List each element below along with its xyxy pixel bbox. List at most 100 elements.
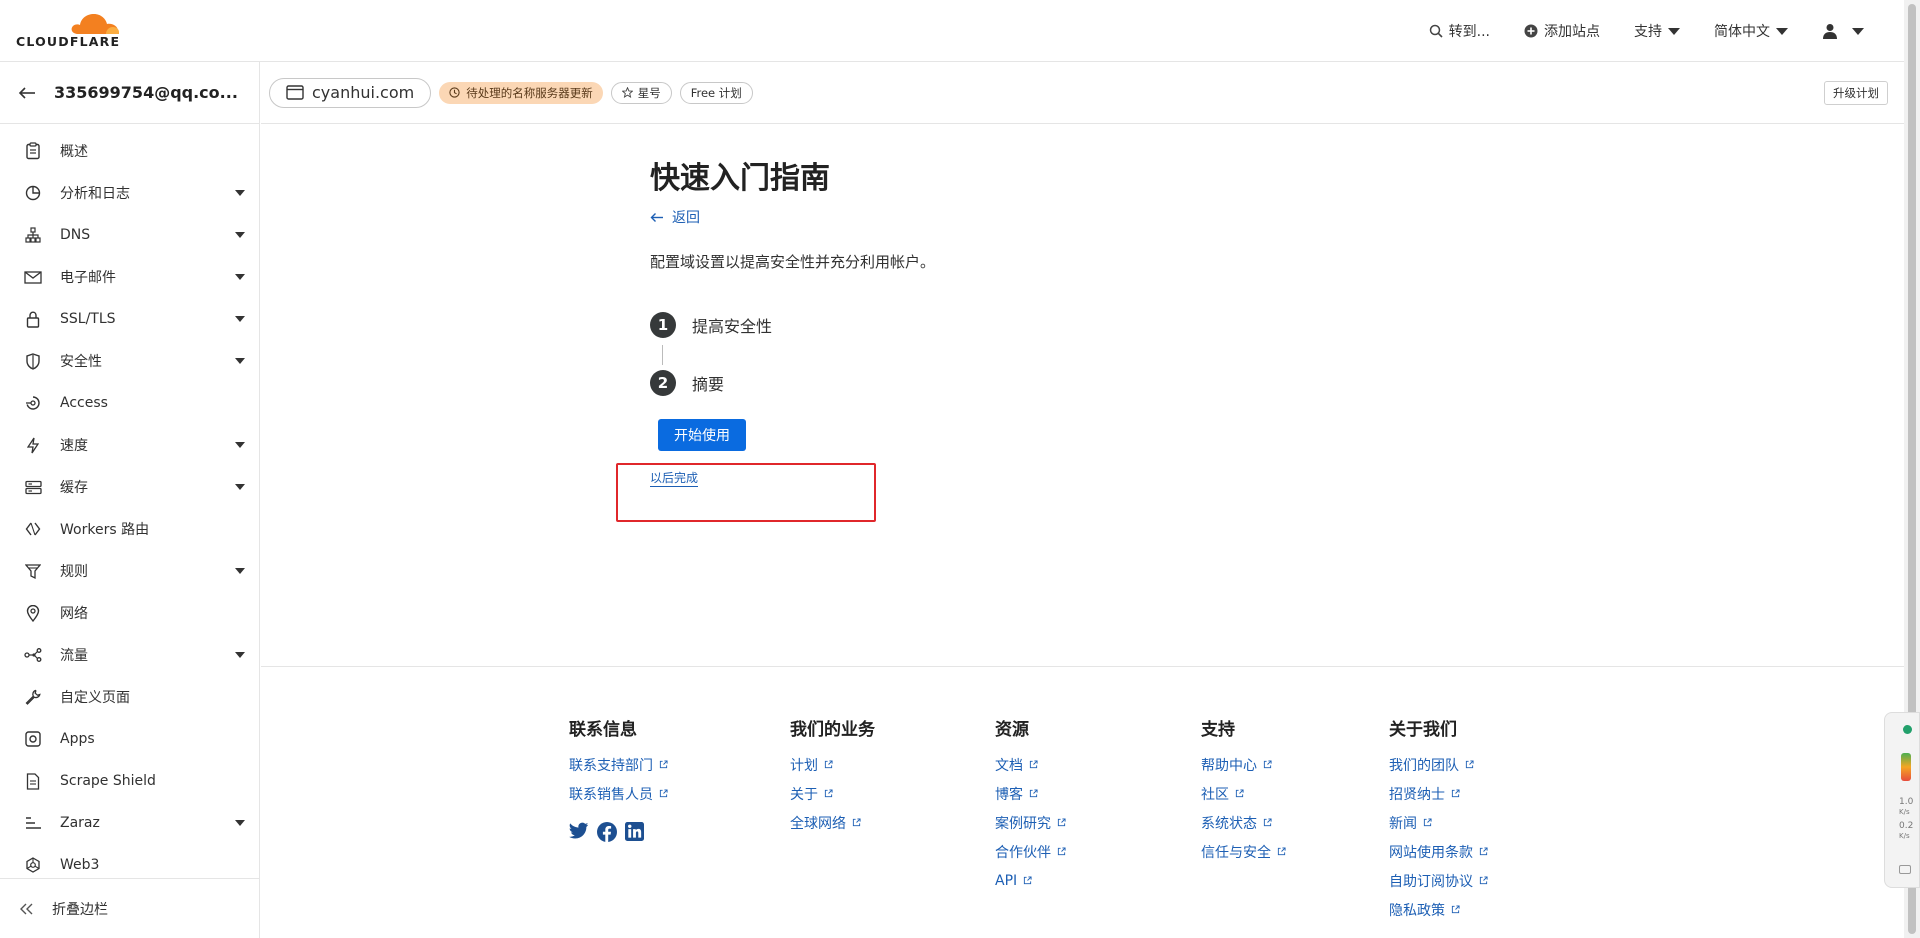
sidebar-item-label: 电子邮件: [60, 270, 116, 286]
footer-link[interactable]: 联系销售人员: [569, 779, 668, 808]
add-site-label: 添加站点: [1544, 24, 1600, 40]
sidebar-item-15[interactable]: Scrape Shield: [0, 760, 259, 802]
plus-circle-icon: [1524, 24, 1538, 38]
account-email[interactable]: 335699754@qq.co...: [54, 83, 238, 102]
web3-icon: [24, 856, 42, 874]
chevron-down-icon[interactable]: [235, 274, 245, 280]
footer-link-label: 博客: [995, 786, 1023, 803]
back-link[interactable]: 返回: [650, 207, 700, 227]
footer-link[interactable]: 计划: [790, 750, 875, 779]
back-arrow-icon[interactable]: [18, 86, 36, 100]
add-site-button[interactable]: 添加站点: [1524, 21, 1600, 41]
external-link-icon: [1479, 847, 1488, 856]
pending-nameserver-badge[interactable]: 待处理的名称服务器更新: [439, 81, 603, 104]
footer-link[interactable]: 帮助中心: [1201, 750, 1286, 779]
twitter-icon[interactable]: [569, 822, 589, 846]
chevron-down-icon[interactable]: [235, 568, 245, 574]
sidebar-item-6[interactable]: Access: [0, 382, 259, 424]
footer-link[interactable]: 系统状态: [1201, 808, 1286, 837]
footer-link[interactable]: 新闻: [1389, 808, 1488, 837]
apps-icon: [24, 730, 42, 748]
sidebar-item-1[interactable]: 分析和日志: [0, 172, 259, 214]
cloudflare-logo[interactable]: CLOUDFLARE: [16, 10, 126, 50]
guide-description: 配置域设置以提高安全性并充分利用帐户。: [650, 253, 936, 271]
sidebar-item-11[interactable]: 网络: [0, 592, 259, 634]
goto-label: 转到...: [1448, 24, 1490, 40]
footer-link[interactable]: 博客: [995, 779, 1066, 808]
chevron-down-icon[interactable]: [235, 190, 245, 196]
sidebar-item-14[interactable]: Apps: [0, 718, 259, 760]
step-number: 1: [650, 312, 676, 338]
footer-link-label: 联系支持部门: [569, 757, 653, 774]
star-label: 星号: [637, 85, 661, 100]
sidebar-item-4[interactable]: SSL/TLS: [0, 298, 259, 340]
chevron-down-icon[interactable]: [235, 820, 245, 826]
footer-link-label: 网站使用条款: [1389, 844, 1473, 861]
footer-link[interactable]: 隐私政策: [1389, 895, 1488, 924]
collapse-sidebar-button[interactable]: 折叠边栏: [0, 878, 259, 938]
support-label: 支持: [1634, 24, 1662, 40]
external-link-icon: [659, 760, 668, 769]
footer-link[interactable]: 自助订阅协议: [1389, 866, 1488, 895]
collapse-label: 折叠边栏: [52, 901, 108, 918]
goto-search[interactable]: 转到...: [1429, 21, 1490, 41]
chevron-down-icon[interactable]: [235, 484, 245, 490]
linkedin-icon[interactable]: [625, 822, 644, 846]
lock-icon: [24, 310, 42, 328]
chevron-down-icon[interactable]: [235, 442, 245, 448]
network-speed-widget[interactable]: 1.0 K/s 0.2 K/s: [1884, 712, 1920, 888]
footer-link[interactable]: 案例研究: [995, 808, 1066, 837]
footer-column-title: 资源: [995, 720, 1029, 740]
sidebar-item-10[interactable]: 规则: [0, 550, 259, 592]
sidebar-item-9[interactable]: Workers 路由: [0, 508, 259, 550]
footer-link[interactable]: 文档: [995, 750, 1066, 779]
footer-link[interactable]: 我们的团队: [1389, 750, 1488, 779]
sidebar-item-0[interactable]: 概述: [0, 130, 259, 172]
sidebar-item-5[interactable]: 安全性: [0, 340, 259, 382]
domain-name: cyanhui.com: [312, 83, 415, 102]
footer-link[interactable]: 招贤纳士: [1389, 779, 1488, 808]
chevron-down-icon[interactable]: [235, 316, 245, 322]
sidebar-item-7[interactable]: 速度: [0, 424, 259, 466]
footer-link-label: 自助订阅协议: [1389, 873, 1473, 890]
footer-link[interactable]: 全球网络: [790, 808, 875, 837]
footer-link[interactable]: 信任与安全: [1201, 837, 1286, 866]
sidebar-item-label: SSL/TLS: [60, 311, 116, 327]
footer-link[interactable]: 联系支持部门: [569, 750, 668, 779]
sidebar-item-13[interactable]: 自定义页面: [0, 676, 259, 718]
get-started-button[interactable]: 开始使用: [658, 419, 746, 451]
sidebar-item-8[interactable]: 缓存: [0, 466, 259, 508]
cloudflare-cloud-icon: [71, 14, 119, 34]
star-button[interactable]: 星号: [610, 81, 672, 104]
sidebar-item-3[interactable]: 电子邮件: [0, 256, 259, 298]
footer-link[interactable]: API: [995, 866, 1066, 895]
external-link-icon: [1451, 789, 1460, 798]
sidebar-item-label: DNS: [60, 227, 91, 243]
footer-link[interactable]: 合作伙伴: [995, 837, 1066, 866]
footer-link[interactable]: 社区: [1201, 779, 1286, 808]
footer-link[interactable]: 网站使用条款: [1389, 837, 1488, 866]
star-icon: [621, 87, 633, 98]
sidebar: 335699754@qq.co... 概述 分析和日志 DNS 电子邮件 SSL/TLS…: [0, 62, 260, 938]
footer-link-label: 招贤纳士: [1389, 786, 1445, 803]
support-menu[interactable]: 支持: [1634, 21, 1680, 41]
sidebar-item-12[interactable]: 流量: [0, 634, 259, 676]
chevron-down-icon[interactable]: [235, 232, 245, 238]
user-menu[interactable]: [1822, 23, 1864, 39]
footer-link-label: API: [995, 872, 1018, 889]
domain-selector[interactable]: cyanhui.com: [269, 77, 432, 108]
sidebar-item-label: 自定义页面: [60, 690, 130, 706]
sidebar-item-2[interactable]: DNS: [0, 214, 259, 256]
sidebar-item-label: 缓存: [60, 480, 88, 496]
facebook-icon[interactable]: [597, 822, 617, 846]
upgrade-plan-button[interactable]: 升级计划: [1824, 81, 1888, 105]
footer-column-3: 支持帮助中心 社区 系统状态 信任与安全: [1201, 715, 1286, 866]
chevron-down-icon[interactable]: [235, 358, 245, 364]
sidebar-item-16[interactable]: Zaraz: [0, 802, 259, 844]
footer-column-title: 支持: [1201, 720, 1235, 740]
language-menu[interactable]: 简体中文: [1714, 21, 1788, 41]
chevron-down-icon[interactable]: [235, 652, 245, 658]
sidebar-item-label: 速度: [60, 438, 88, 454]
document-icon: [24, 772, 42, 790]
footer-link[interactable]: 关于: [790, 779, 875, 808]
